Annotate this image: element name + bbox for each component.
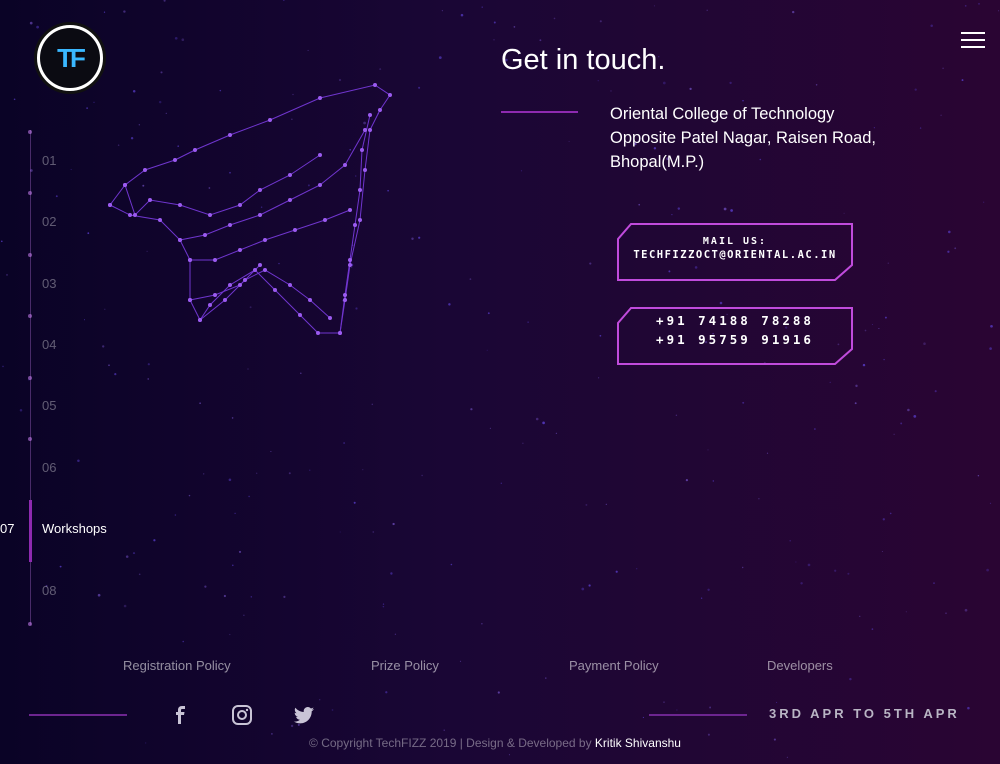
techfizz-logo[interactable]: TF	[34, 22, 106, 94]
nav-active-indicator	[29, 500, 32, 562]
mail-box[interactable]: MAIL US: TECHFIZZOCT@ORIENTAL.AC.IN	[617, 223, 853, 281]
mail-address-link[interactable]: TECHFIZZOCT@ORIENTAL.AC.IN	[617, 249, 853, 261]
instagram-icon[interactable]	[231, 705, 253, 725]
registration-policy-link[interactable]: Registration Policy	[123, 658, 231, 673]
author-link[interactable]: Kritik Shivanshu	[595, 736, 681, 750]
page-title: Get in touch.	[501, 44, 666, 76]
developers-link[interactable]: Developers	[767, 658, 833, 673]
nav-item-04[interactable]: 04	[42, 337, 56, 352]
address-block: Oriental College of Technology Opposite …	[610, 102, 876, 174]
nav-dot	[28, 253, 32, 257]
address-line-2: Opposite Patel Nagar, Raisen Road,	[610, 129, 876, 147]
nav-item-02[interactable]: 02	[42, 214, 56, 229]
phone-number-1[interactable]: +91 74188 78288	[617, 313, 853, 328]
logo-emblem: TF	[40, 28, 100, 88]
nav-item-workshops[interactable]: Workshops	[42, 521, 107, 536]
facebook-icon[interactable]	[170, 705, 192, 725]
address-line-3: Bhopal(M.P.)	[610, 153, 705, 171]
nav-item-08[interactable]: 08	[42, 583, 56, 598]
event-dates: 3RD APR TO 5TH APR	[769, 706, 960, 721]
prize-policy-link[interactable]: Prize Policy	[371, 658, 439, 673]
phone-number-2[interactable]: +91 95759 91916	[617, 332, 853, 347]
address-divider	[501, 111, 578, 113]
hamburger-menu-icon[interactable]	[961, 32, 985, 48]
nav-item-03[interactable]: 03	[42, 276, 56, 291]
phone-box[interactable]: +91 74188 78288 +91 95759 91916	[617, 307, 853, 365]
nav-dot	[28, 622, 32, 626]
nav-dot	[28, 437, 32, 441]
twitter-icon[interactable]	[293, 705, 315, 725]
nav-active-number[interactable]: 07	[0, 521, 14, 536]
nav-dot	[28, 376, 32, 380]
nav-item-06[interactable]: 06	[42, 460, 56, 475]
address-line-1: Oriental College of Technology	[610, 105, 835, 123]
footer-divider-left	[29, 714, 127, 716]
footer-divider-right	[649, 714, 747, 716]
nav-dot	[28, 191, 32, 195]
copyright-text: © Copyright TechFIZZ 2019 | Design & Dev…	[0, 736, 990, 750]
nav-dot	[28, 314, 32, 318]
nav-item-05[interactable]: 05	[42, 398, 56, 413]
payment-policy-link[interactable]: Payment Policy	[569, 658, 659, 673]
logo-monogram: TF	[57, 42, 86, 73]
nav-dot	[28, 130, 32, 134]
mail-label: MAIL US:	[702, 236, 768, 247]
nav-item-01[interactable]: 01	[42, 153, 56, 168]
copyright-prefix: © Copyright TechFIZZ 2019 | Design & Dev…	[309, 736, 595, 750]
